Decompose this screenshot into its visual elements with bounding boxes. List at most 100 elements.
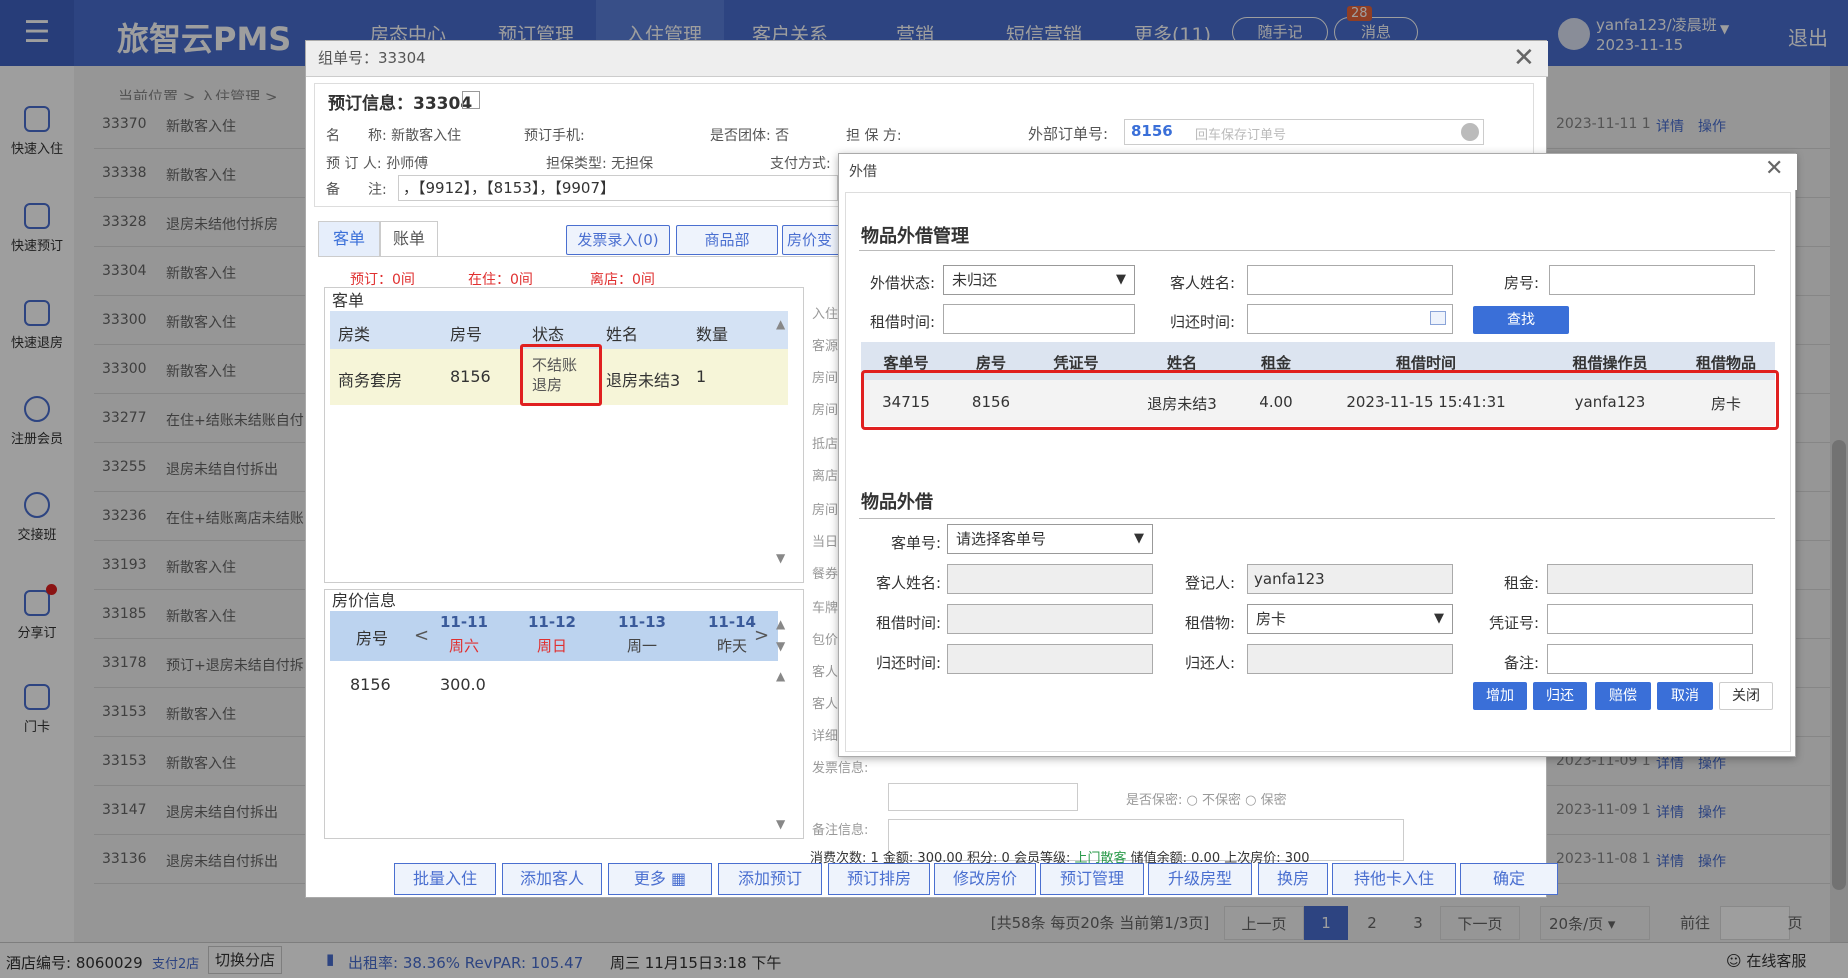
close-icon[interactable]: ✕ <box>1513 43 1535 73</box>
close-icon[interactable]: ✕ <box>1765 156 1783 181</box>
batch-checkin-button[interactable]: 批量入住 <box>394 863 496 895</box>
returner-label: 归还人: <box>1184 654 1235 672</box>
guest-panel-title: 客单 <box>332 291 365 310</box>
form-label: 入住 <box>812 307 839 322</box>
count-departed: 离店：0间 <box>590 272 655 288</box>
return-time-input[interactable] <box>1247 304 1453 334</box>
booking-room-assign-button[interactable]: 预订排房 <box>828 863 930 895</box>
status-value: 未归还 <box>952 271 998 289</box>
room-input[interactable] <box>1549 265 1755 295</box>
price-col-w2: 周日 <box>536 637 567 655</box>
cell-status: 不结账 退房 <box>532 356 578 394</box>
return-time-label: 归还时间: <box>1169 313 1235 331</box>
section-divider <box>859 250 1775 251</box>
modify-price-button[interactable]: 修改房价 <box>934 863 1036 895</box>
form-label: 车牌 <box>812 601 839 616</box>
price-col-d2: 11-12 <box>528 613 576 631</box>
calendar-icon[interactable] <box>1430 311 1446 325</box>
ext-order-input[interactable]: 8156 回车保存订单号 <box>1124 119 1484 145</box>
guest-name-label: 客人姓名: <box>1169 274 1235 292</box>
scroll-down-icon[interactable]: ▼ <box>776 639 785 653</box>
return-button[interactable]: 归还 <box>1533 682 1587 710</box>
voucher-input[interactable] <box>1547 604 1753 634</box>
upgrade-room-button[interactable]: 升级房型 <box>1148 863 1252 895</box>
add-button[interactable]: 增加 <box>1473 682 1527 710</box>
rent-label: 租金: <box>1503 574 1539 592</box>
cancel-button[interactable]: 取消 <box>1657 682 1713 710</box>
price-col-d1: 11-11 <box>440 613 488 631</box>
remark-input[interactable] <box>1547 644 1753 674</box>
goods-button[interactable]: 商品部 <box>676 225 778 255</box>
lend-rent-time-label: 租借时间: <box>875 614 941 632</box>
other-card-checkin-button[interactable]: 持他卡入住 <box>1332 863 1456 895</box>
invoice-entry-button[interactable]: 发票录入(0) <box>566 225 670 255</box>
booking-info-title: 预订信息：33304 <box>328 94 473 114</box>
field-booker: 预 订 人: 孙师傅 <box>326 156 429 172</box>
tab-guest[interactable]: 客单 <box>318 221 380 257</box>
form-label: 餐券 <box>812 567 839 582</box>
form-label: 备注信息: <box>812 823 869 838</box>
scroll-down-icon[interactable]: ▼ <box>776 551 785 565</box>
order-value: 请选择客单号 <box>956 530 1047 548</box>
scroll-up-icon[interactable]: ▲ <box>776 617 785 631</box>
col-status: 状态 <box>532 325 565 344</box>
price-panel-title: 房价信息 <box>332 591 397 610</box>
booking-manage-button[interactable]: 预订管理 <box>1040 863 1144 895</box>
item-select[interactable]: 房卡 ▼ <box>1247 604 1453 634</box>
add-guest-button[interactable]: 添加客人 <box>502 863 602 895</box>
count-in-house: 在住：0间 <box>468 272 533 288</box>
ext-order-label: 外部订单号: <box>1028 125 1109 143</box>
field-name: 名 称: 新散客入住 <box>326 128 462 144</box>
rent-input[interactable] <box>1547 564 1753 594</box>
scroll-up-icon[interactable]: ▲ <box>776 669 785 683</box>
col-qty: 数量 <box>696 325 729 344</box>
status-label: 外借状态: <box>869 274 935 292</box>
form-label: 详细 <box>812 729 839 744</box>
registrar-input[interactable]: yanfa123 <box>1247 564 1453 594</box>
guest-name-input[interactable] <box>1247 265 1453 295</box>
cell-room-type: 商务套房 <box>338 371 403 390</box>
chevron-right-icon[interactable]: > <box>754 625 769 646</box>
form-label: 当日 <box>812 535 839 550</box>
lending-dialog: 外借 ✕ 物品外借管理 外借状态: 未归还 ▼ 客人姓名: 房号: 租借时间: 归… <box>838 153 1797 757</box>
form-label: 包价 <box>812 633 839 648</box>
chevron-down-icon: ▼ <box>1134 531 1144 546</box>
rent-time-input[interactable] <box>943 304 1135 334</box>
room-label: 房号: <box>1503 274 1539 292</box>
cell-name: 退房未结3 <box>606 371 681 390</box>
price-col-w3: 周一 <box>626 637 657 655</box>
order-select[interactable]: 请选择客单号 ▼ <box>947 524 1153 554</box>
field-note-label: 备 注: <box>326 182 387 198</box>
scroll-up-icon[interactable]: ▲ <box>776 317 785 331</box>
lend-rent-time-input[interactable] <box>947 604 1153 634</box>
section-divider <box>859 518 1775 519</box>
count-booked: 预订：0间 <box>350 272 415 288</box>
rent-time-label: 租借时间: <box>869 313 935 331</box>
field-group: 是否团体: 否 <box>710 128 790 144</box>
search-button[interactable]: 查找 <box>1473 306 1569 334</box>
price-col-d4: 11-14 <box>708 613 756 631</box>
close-button[interactable]: 关闭 <box>1719 682 1773 710</box>
status-select[interactable]: 未归还 ▼ <box>943 265 1135 295</box>
chevron-left-icon[interactable]: < <box>414 625 429 646</box>
field-payment: 支付方式: <box>770 156 831 172</box>
change-room-button[interactable]: 换房 <box>1258 863 1328 895</box>
confirm-button[interactable]: 确定 <box>1460 863 1558 895</box>
lend-return-time-input[interactable] <box>947 644 1153 674</box>
copy-icon[interactable] <box>462 91 480 109</box>
field-guarantee-type: 担保类型: 无担保 <box>546 156 654 172</box>
lend-guest-name-input[interactable] <box>947 564 1153 594</box>
form-label: 客人 <box>812 697 839 712</box>
clear-icon[interactable] <box>1461 123 1479 141</box>
scroll-down-icon[interactable]: ▼ <box>776 817 785 831</box>
field-phone: 预订手机: <box>524 128 585 144</box>
invoice-info-input[interactable] <box>888 783 1078 811</box>
returner-input[interactable] <box>1247 644 1453 674</box>
note-input[interactable]: ，【9912】，【8153】，【9907】 <box>398 175 838 201</box>
price-change-button[interactable]: 房价变更 <box>782 225 844 255</box>
tab-bill[interactable]: 账单 <box>380 221 438 257</box>
add-booking-button[interactable]: 添加预订 <box>718 863 822 895</box>
more-button[interactable]: 更多 ▦ <box>608 863 712 895</box>
compensate-button[interactable]: 赔偿 <box>1595 682 1651 710</box>
privacy-radio[interactable]: 是否保密: ○ 不保密 ○ 保密 <box>1126 789 1287 808</box>
